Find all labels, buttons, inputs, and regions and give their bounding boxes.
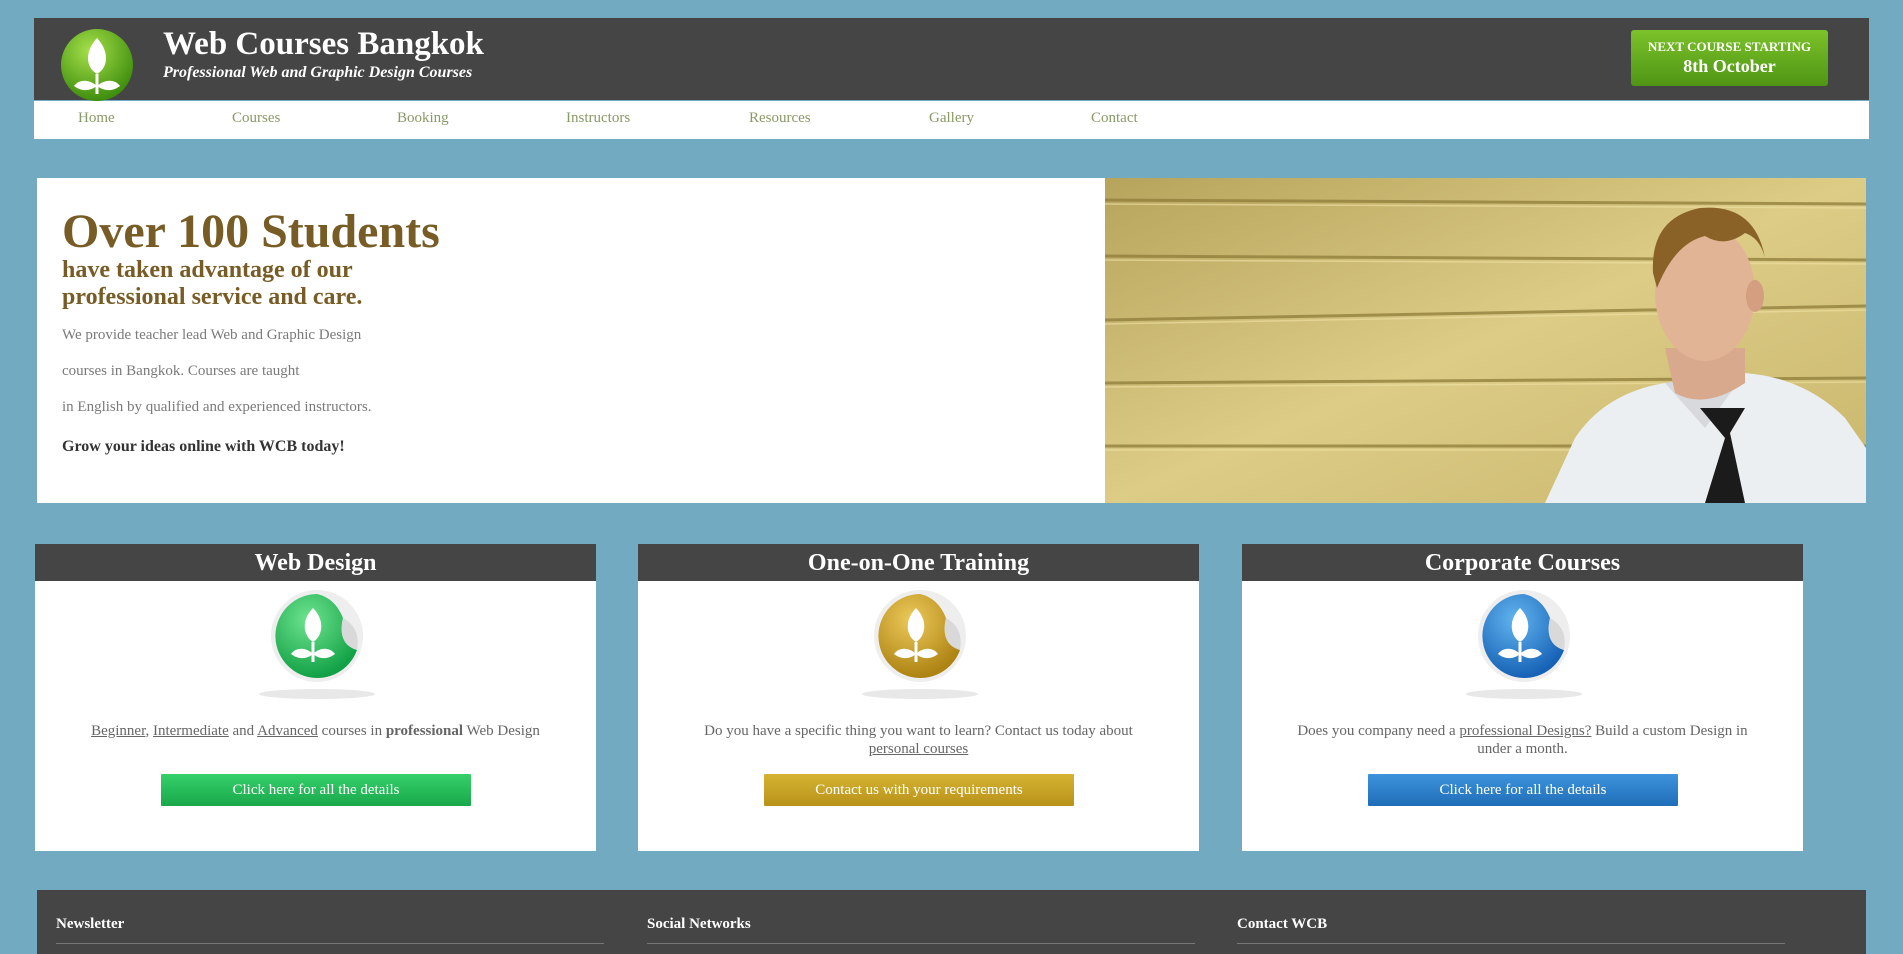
gold-leaf-sticker-icon — [862, 590, 978, 699]
site-footer: Newsletter Social Networks Contact WCB — [37, 890, 1866, 954]
student-photo — [1105, 178, 1866, 503]
hero-subheadline-line-1: have taken advantage of our — [62, 257, 353, 283]
hero-subheadline-line-2: professional service and care. — [62, 284, 363, 310]
nav-courses[interactable]: Courses — [232, 110, 280, 127]
site-tagline: Professional Web and Graphic Design Cour… — [163, 64, 473, 81]
site-title[interactable]: Web Courses Bangkok — [163, 26, 484, 63]
main-nav: Home Courses Booking Instructors Resourc… — [34, 101, 1869, 139]
one-on-one-card: One-on-One Training Do you have a specif… — [638, 544, 1199, 851]
newsletter-heading: Newsletter — [56, 916, 125, 932]
corporate-details-button[interactable]: Click here for all the details — [1368, 774, 1678, 806]
hero-banner: Over 100 Students have taken advantage o… — [37, 178, 1866, 503]
web-design-details-button[interactable]: Click here for all the details — [161, 774, 471, 806]
hero-text-line-1: We provide teacher lead Web and Graphic … — [62, 327, 362, 343]
hero-subheadline: have taken advantage of our professional… — [62, 257, 362, 311]
contact-heading: Contact WCB — [1237, 916, 1328, 932]
nav-gallery[interactable]: Gallery — [929, 110, 974, 127]
card-title: Corporate Courses — [1242, 544, 1803, 581]
next-course-label: NEXT COURSE STARTING — [1647, 39, 1812, 54]
blue-leaf-sticker-icon — [1466, 590, 1582, 699]
card-title: One-on-One Training — [638, 544, 1199, 581]
nav-home[interactable]: Home — [78, 110, 115, 127]
contact-requirements-button[interactable]: Contact us with your requirements — [764, 774, 1074, 806]
nav-instructors[interactable]: Instructors — [566, 110, 630, 127]
hero-text-line-2: courses in Bangkok. Courses are taught — [62, 363, 300, 379]
card-title: Web Design — [35, 544, 596, 581]
text-fragment: Does you company need a — [1297, 723, 1460, 739]
next-course-date: 8th October — [1683, 56, 1776, 76]
hero-cta-text: Grow your ideas online with WCB today! — [62, 438, 345, 455]
text-fragment: Do you have a specific thing you want to… — [704, 723, 1133, 739]
site-header: Web Courses Bangkok Professional Web and… — [34, 18, 1869, 102]
card-description: Does you company need a professional Des… — [1282, 722, 1763, 758]
beginner-link[interactable]: Beginner — [91, 723, 145, 739]
text-fragment: courses in — [317, 723, 386, 739]
leaf-logo-icon[interactable] — [60, 28, 134, 102]
hero-text-line-3: in English by qualified and experienced … — [62, 399, 372, 415]
footer-divider — [56, 943, 604, 944]
hero-headline: Over 100 Students — [62, 205, 440, 258]
social-networks-heading: Social Networks — [647, 916, 751, 932]
nav-booking[interactable]: Booking — [397, 110, 449, 127]
personal-courses-link[interactable]: personal courses — [869, 741, 969, 757]
corporate-courses-card: Corporate Courses Does you company need … — [1242, 544, 1803, 851]
professional-designs-link[interactable]: professional Designs? — [1459, 723, 1591, 739]
web-design-card: Web Design Beginner, Intermediate and Ad… — [35, 544, 596, 851]
footer-divider — [647, 943, 1195, 944]
text-emphasis: professional — [385, 723, 464, 739]
next-course-badge[interactable]: NEXT COURSE STARTING 8th October — [1631, 30, 1828, 86]
intermediate-link[interactable]: Intermediate — [153, 723, 229, 739]
footer-divider — [1237, 943, 1785, 944]
green-leaf-sticker-icon — [259, 590, 375, 699]
nav-resources[interactable]: Resources — [749, 110, 811, 127]
text-fragment: Web Design — [463, 723, 540, 739]
text-separator: and — [228, 723, 258, 739]
card-description: Do you have a specific thing you want to… — [678, 722, 1159, 758]
advanced-link[interactable]: Advanced — [257, 723, 318, 739]
text-separator: , — [145, 723, 153, 739]
card-description: Beginner, Intermediate and Advanced cour… — [75, 722, 556, 740]
nav-contact[interactable]: Contact — [1091, 110, 1138, 127]
